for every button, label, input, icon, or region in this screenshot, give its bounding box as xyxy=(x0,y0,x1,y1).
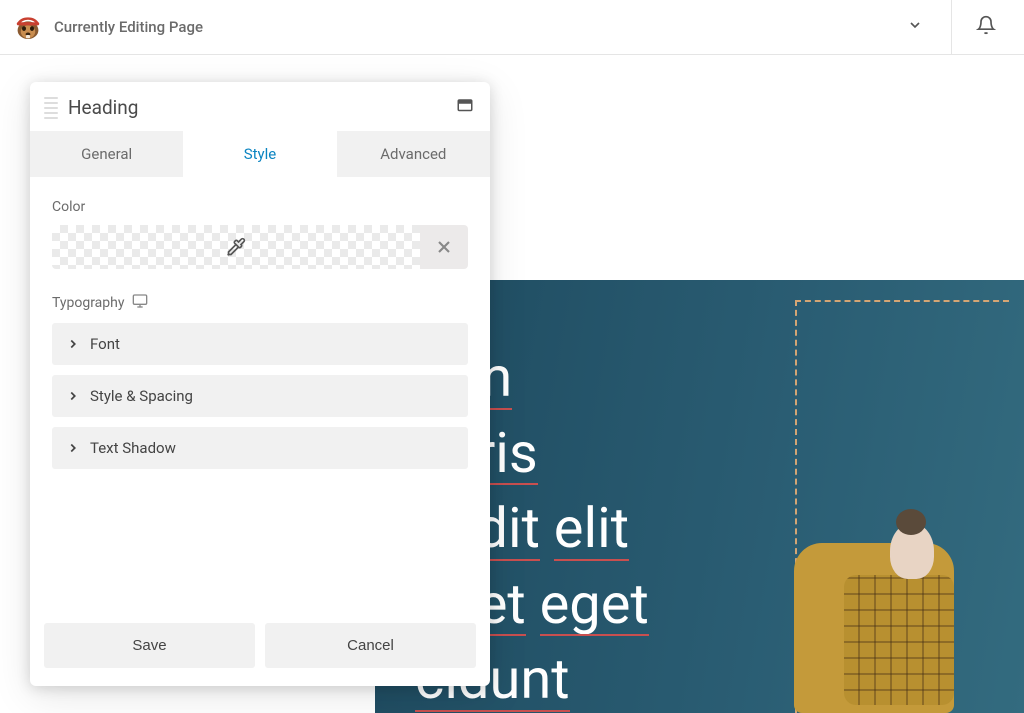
tab-advanced[interactable]: Advanced xyxy=(337,131,490,177)
page-dropdown-chevron[interactable] xyxy=(887,17,943,37)
page-title: Currently Editing Page xyxy=(54,18,887,36)
divider xyxy=(951,0,952,55)
typography-label: Typography xyxy=(52,293,468,313)
drag-handle-icon[interactable] xyxy=(44,97,58,119)
beaver-logo[interactable] xyxy=(12,11,44,43)
panel-title: Heading xyxy=(68,96,456,119)
color-clear-button[interactable] xyxy=(420,225,468,269)
accordion-label: Style & Spacing xyxy=(90,387,193,405)
notifications-bell-icon[interactable] xyxy=(960,15,1012,39)
accordion-style-spacing[interactable]: Style & Spacing xyxy=(52,375,468,417)
color-label: Color xyxy=(52,199,468,215)
responsive-monitor-icon[interactable] xyxy=(132,293,148,313)
tab-general[interactable]: General xyxy=(30,131,183,177)
tab-style[interactable]: Style xyxy=(183,131,336,177)
color-picker-swatch[interactable] xyxy=(52,225,420,269)
eyedropper-icon xyxy=(226,237,246,257)
accordion-text-shadow[interactable]: Text Shadow xyxy=(52,427,468,469)
save-button[interactable]: Save xyxy=(44,623,255,668)
background-image-person xyxy=(774,513,984,713)
cancel-button[interactable]: Cancel xyxy=(265,623,476,668)
accordion-label: Font xyxy=(90,335,120,353)
settings-tabs: General Style Advanced xyxy=(30,131,490,177)
responsive-window-icon[interactable] xyxy=(456,97,474,119)
chevron-right-icon xyxy=(66,441,80,455)
chevron-right-icon xyxy=(66,389,80,403)
accordion-font[interactable]: Font xyxy=(52,323,468,365)
close-icon xyxy=(434,237,454,257)
chevron-right-icon xyxy=(66,337,80,351)
module-settings-panel: Heading General Style Advanced Color Typ… xyxy=(30,82,490,686)
accordion-label: Text Shadow xyxy=(90,439,176,457)
